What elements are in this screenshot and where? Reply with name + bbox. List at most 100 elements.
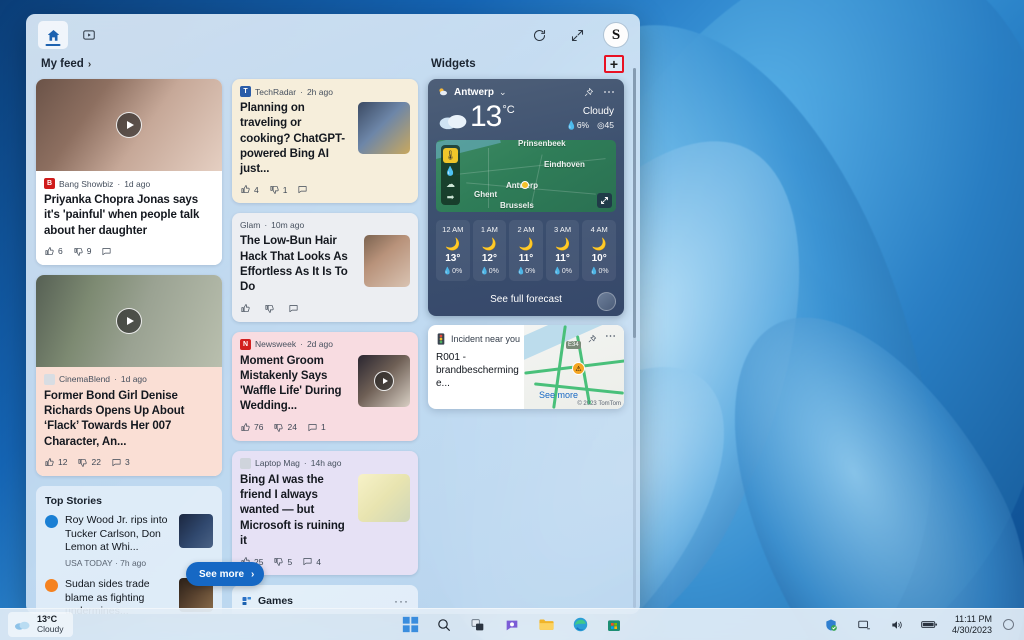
- search-button[interactable]: [433, 614, 455, 636]
- map-layer-wind-icon[interactable]: ➡: [447, 193, 455, 202]
- dislike-button[interactable]: 22: [77, 457, 100, 468]
- store-button[interactable]: [603, 614, 625, 636]
- feed-card[interactable]: Laptop Mag · 14h ago Bing AI was the fri…: [232, 451, 418, 575]
- chevron-down-icon[interactable]: ⌄: [499, 87, 507, 98]
- thumbs-up-icon: [240, 303, 251, 314]
- card-thumbnail[interactable]: [36, 275, 222, 367]
- video-tab[interactable]: [74, 21, 104, 49]
- like-count: 76: [254, 422, 263, 432]
- home-tab[interactable]: [38, 21, 68, 49]
- notification-bell-icon[interactable]: [1003, 619, 1014, 630]
- dislike-button[interactable]: [264, 303, 278, 314]
- my-feed-label: My feed: [41, 58, 84, 70]
- user-avatar[interactable]: S: [604, 23, 628, 47]
- taskbar-center-icons: [399, 614, 625, 636]
- like-button[interactable]: 12: [44, 457, 67, 468]
- file-explorer-button[interactable]: [535, 614, 557, 636]
- traffic-widget[interactable]: E34 ⚠ © 2023 TomTom Incident near you: [428, 325, 624, 409]
- shield-icon: [824, 618, 838, 632]
- like-button[interactable]: [240, 303, 254, 314]
- my-feed-header[interactable]: My feed ›: [41, 56, 418, 72]
- weather-map[interactable]: 🌡 💧 ☁ ➡ Prinsenbeek Eindhoven Antwerp Gh…: [436, 140, 616, 212]
- see-full-forecast-link[interactable]: See full forecast: [490, 294, 562, 305]
- thumbs-down-icon: [273, 556, 284, 567]
- thumbs-down-icon: [264, 303, 275, 314]
- traffic-title: Incident near you: [451, 334, 520, 344]
- source-logo-icon: [240, 458, 251, 469]
- video-play-icon: [82, 28, 96, 42]
- card-thumbnail[interactable]: [36, 79, 222, 171]
- start-button[interactable]: [399, 614, 421, 636]
- add-widget-button[interactable]: +: [604, 55, 624, 73]
- hour-precip: 💧0%: [583, 267, 615, 275]
- traffic-see-more-link[interactable]: See more: [539, 390, 578, 400]
- comment-button[interactable]: [288, 303, 302, 314]
- widgets-scrollbar[interactable]: [633, 68, 636, 608]
- map-layer-precipitation-icon[interactable]: 💧: [445, 167, 456, 176]
- feed-card[interactable]: Glam · 10m ago The Low-Bun Hair Hack Tha…: [232, 213, 418, 321]
- feed-column-right: T TechRadar · 2h ago Planning on traveli…: [232, 79, 418, 614]
- dislike-button[interactable]: 5: [273, 556, 292, 567]
- like-button[interactable]: 4: [240, 184, 259, 195]
- edge-button[interactable]: [569, 614, 591, 636]
- like-button[interactable]: 6: [44, 246, 63, 257]
- hour-time: 12 AM: [437, 225, 469, 234]
- map-layer-switcher[interactable]: 🌡 💧 ☁ ➡: [441, 145, 460, 205]
- card-headline: Planning on traveling or cooking? ChatGP…: [240, 101, 351, 177]
- expand-map-button[interactable]: [597, 193, 612, 208]
- comment-button[interactable]: 3: [111, 457, 130, 468]
- map-current-location-dot: [521, 181, 529, 189]
- comment-button[interactable]: [297, 184, 311, 195]
- pin-icon[interactable]: [583, 87, 594, 98]
- see-more-button[interactable]: See more ›: [186, 562, 264, 586]
- card-thumbnail[interactable]: [358, 355, 410, 407]
- pin-icon[interactable]: [587, 334, 597, 344]
- weather-widget[interactable]: Antwerp ⌄ 13 °C Cloudy: [428, 79, 624, 316]
- top-story-item[interactable]: Roy Wood Jr. rips into Tucker Carlson, D…: [45, 514, 213, 568]
- dislike-button[interactable]: 1: [269, 184, 288, 195]
- chat-button[interactable]: [501, 614, 523, 636]
- play-button[interactable]: [116, 308, 142, 334]
- dislike-button[interactable]: 9: [73, 246, 92, 257]
- volume-tray-icon[interactable]: [886, 614, 908, 636]
- more-dots-icon[interactable]: [605, 334, 616, 338]
- dislike-count: 1: [283, 185, 288, 195]
- comment-button[interactable]: 4: [302, 556, 321, 567]
- hour-weather-icon: 🌙: [510, 237, 542, 251]
- source-time: 2d ago: [307, 339, 333, 349]
- expand-button[interactable]: [566, 24, 588, 46]
- feed-card[interactable]: B Bang Showbiz · 1d ago Priyanka Chopra …: [36, 79, 222, 265]
- system-tray: 11:11 PM 4/30/2023: [820, 614, 1024, 636]
- security-tray-icon[interactable]: [820, 614, 842, 636]
- map-attribution: © 2023 TomTom: [577, 401, 621, 407]
- feed-card[interactable]: N Newsweek · 2d ago Moment Groom Mistake…: [232, 332, 418, 441]
- source-logo-icon: [44, 374, 55, 385]
- more-dots-icon[interactable]: [603, 90, 615, 94]
- refresh-button[interactable]: [528, 24, 550, 46]
- weather-condition: Cloudy: [566, 106, 614, 117]
- scrollbar-thumb[interactable]: [633, 68, 636, 338]
- feed-card[interactable]: CinemaBlend · 1d ago Former Bond Girl De…: [36, 275, 222, 476]
- task-view-button[interactable]: [467, 614, 489, 636]
- source-name: Laptop Mag: [255, 458, 300, 468]
- map-layer-clouds-icon[interactable]: ☁: [446, 180, 455, 189]
- more-dots-icon[interactable]: ···: [394, 594, 409, 608]
- network-tray-icon[interactable]: [853, 614, 875, 636]
- like-button[interactable]: 76: [240, 422, 263, 433]
- traffic-light-icon: [436, 333, 446, 345]
- card-reactions: 6 9: [44, 246, 214, 257]
- taskbar-weather-widget[interactable]: 13°C Cloudy: [8, 612, 73, 636]
- comment-button[interactable]: [101, 246, 115, 257]
- feed-card[interactable]: T TechRadar · 2h ago Planning on traveli…: [232, 79, 418, 203]
- card-headline: Former Bond Girl Denise Richards Opens U…: [44, 389, 214, 450]
- incident-pin-icon[interactable]: ⚠: [572, 362, 585, 375]
- card-reactions: 25 5 4: [240, 556, 410, 567]
- battery-tray-icon[interactable]: [919, 614, 941, 636]
- play-button[interactable]: [374, 371, 394, 391]
- clock[interactable]: 11:11 PM 4/30/2023: [952, 614, 992, 636]
- dislike-button[interactable]: 24: [273, 422, 296, 433]
- map-layer-temperature-icon[interactable]: 🌡: [443, 148, 458, 163]
- play-button[interactable]: [116, 112, 142, 138]
- weather-provider-badge: [597, 292, 616, 311]
- comment-button[interactable]: 1: [307, 422, 326, 433]
